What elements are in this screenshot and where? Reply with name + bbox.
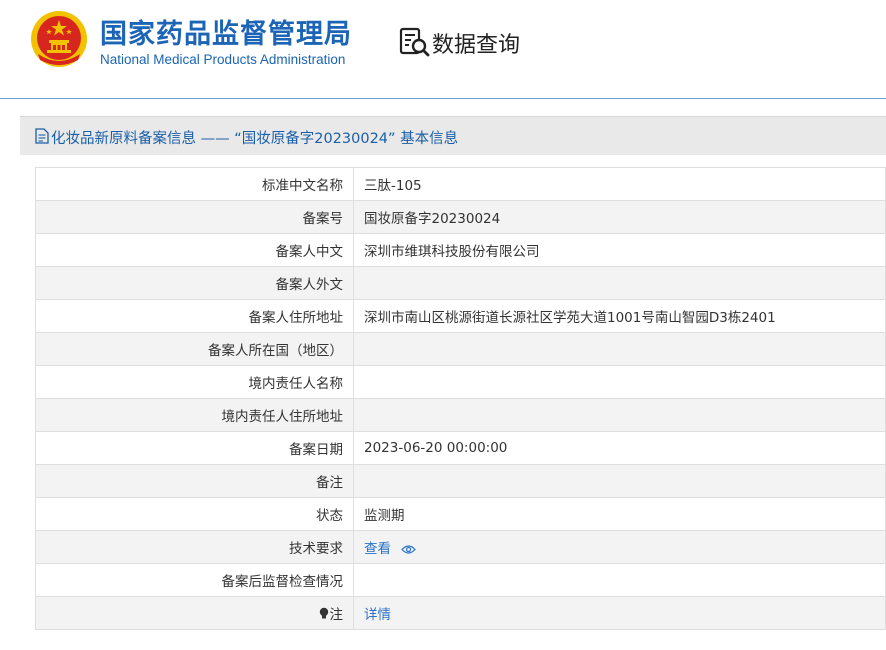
row-value xyxy=(353,464,886,498)
table-row: 备案日期 2023-06-20 00:00:00 xyxy=(35,431,886,465)
document-icon xyxy=(35,128,49,144)
data-query-title[interactable]: 数据查询 xyxy=(432,27,520,59)
row-value: 深圳市维琪科技股份有限公司 xyxy=(353,233,886,267)
row-value xyxy=(353,332,886,366)
row-value xyxy=(353,266,886,300)
row-label: 备案人住所地址 xyxy=(35,299,354,333)
info-table: 标准中文名称 三肽-105 备案号 国妆原备字20230024 备案人中文 深圳… xyxy=(35,167,886,630)
table-row: 备案号 国妆原备字20230024 xyxy=(35,200,886,234)
note-details-link[interactable]: 详情 xyxy=(364,607,391,623)
table-row: 备注 xyxy=(35,464,886,498)
row-value: 三肽-105 xyxy=(353,167,886,201)
row-value: 监测期 xyxy=(353,497,886,531)
row-label: 技术要求 xyxy=(35,530,354,564)
table-row: 境内责任人住所地址 xyxy=(35,398,886,432)
row-label-cell: 注 xyxy=(35,596,354,630)
table-row: 备案后监督检查情况 xyxy=(35,563,886,597)
header-divider xyxy=(0,98,886,99)
row-label: 境内责任人名称 xyxy=(35,365,354,399)
table-row: 境内责任人名称 xyxy=(35,365,886,399)
national-emblem-icon xyxy=(31,11,87,67)
table-row: 备案人住所地址 深圳市南山区桃源街道长源社区学苑大道1001号南山智园D3栋24… xyxy=(35,299,886,333)
row-label: 状态 xyxy=(35,497,354,531)
row-label: 境内责任人住所地址 xyxy=(35,398,354,432)
site-header: 国家药品监督管理局 National Medical Products Admi… xyxy=(0,0,886,98)
row-value xyxy=(353,398,886,432)
row-value-cell: 详情 xyxy=(353,596,886,630)
table-row: 注 详情 xyxy=(35,596,886,630)
table-row: 备案人外文 xyxy=(35,266,886,300)
site-brand-en: National Medical Products Administration xyxy=(100,52,346,67)
row-label: 备注 xyxy=(35,464,354,498)
row-label: 备案人所在国（地区） xyxy=(35,332,354,366)
row-value xyxy=(353,365,886,399)
table-row: 标准中文名称 三肽-105 xyxy=(35,167,886,201)
row-label: 备案人外文 xyxy=(35,266,354,300)
row-value-cell: 查看 xyxy=(353,530,886,564)
table-row: 状态 监测期 xyxy=(35,497,886,531)
row-label: 备案日期 xyxy=(35,431,354,465)
table-row: 技术要求 查看 xyxy=(35,530,886,564)
row-value: 2023-06-20 00:00:00 xyxy=(353,431,886,465)
table-row: 备案人所在国（地区） xyxy=(35,332,886,366)
lightbulb-icon xyxy=(319,607,328,619)
section-header: 化妆品新原料备案信息 —— “国妆原备字20230024” 基本信息 xyxy=(20,116,886,155)
view-tech-requirements-link[interactable]: 查看 xyxy=(364,541,391,557)
row-label: 标准中文名称 xyxy=(35,167,354,201)
data-query-icon xyxy=(399,27,430,57)
site-brand-cn: 国家药品监督管理局 xyxy=(100,19,352,50)
row-value xyxy=(353,563,886,597)
row-value: 国妆原备字20230024 xyxy=(353,200,886,234)
row-label: 备案人中文 xyxy=(35,233,354,267)
eye-icon[interactable] xyxy=(401,544,417,555)
section-title: 化妆品新原料备案信息 —— “国妆原备字20230024” 基本信息 xyxy=(51,131,459,147)
row-label: 备案后监督检查情况 xyxy=(35,563,354,597)
table-row: 备案人中文 深圳市维琪科技股份有限公司 xyxy=(35,233,886,267)
row-value: 深圳市南山区桃源街道长源社区学苑大道1001号南山智园D3栋2401 xyxy=(353,299,886,333)
row-label: 备案号 xyxy=(35,200,354,234)
note-label: 注 xyxy=(329,607,344,623)
